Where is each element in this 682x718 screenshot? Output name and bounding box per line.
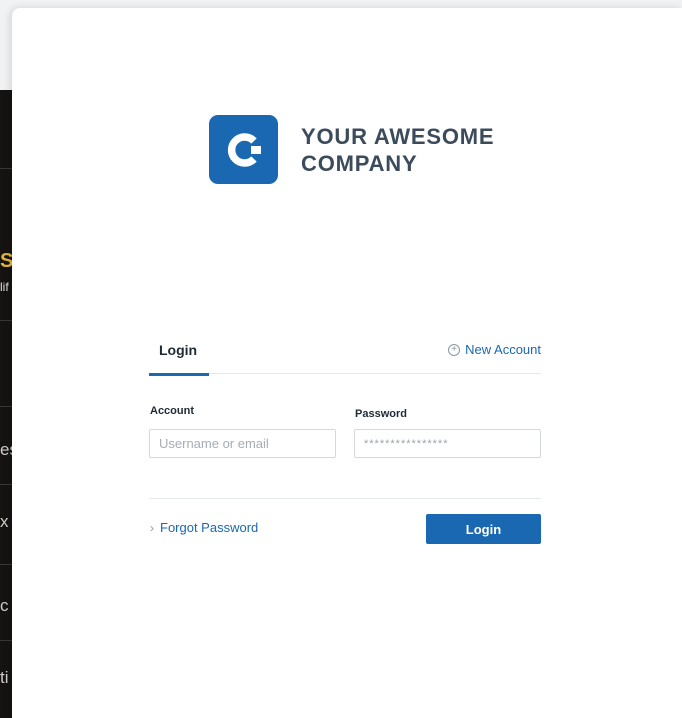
chevron-right-icon: › xyxy=(150,520,154,535)
company-name-line2: COMPANY xyxy=(301,150,418,176)
auth-tabs: Login + New Account xyxy=(149,336,541,376)
company-logo: YOUR AWESOME COMPANY xyxy=(209,115,494,184)
new-account-label: New Account xyxy=(465,342,541,357)
forgot-password-link[interactable]: › Forgot Password xyxy=(150,520,258,535)
login-button[interactable]: Login xyxy=(426,514,541,544)
forgot-password-label: Forgot Password xyxy=(160,520,259,535)
login-modal: YOUR AWESOME COMPANY Login + New Account… xyxy=(12,8,682,718)
active-tab-indicator xyxy=(149,373,209,376)
password-label: Password xyxy=(355,408,407,420)
password-input[interactable] xyxy=(354,429,541,458)
tab-login-label: Login xyxy=(159,342,198,358)
company-name: YOUR AWESOME COMPANY xyxy=(301,123,494,177)
tab-login[interactable]: Login xyxy=(149,336,209,376)
account-input[interactable] xyxy=(149,429,336,458)
company-logo-icon xyxy=(209,115,278,184)
plus-circle-icon: + xyxy=(448,343,461,356)
company-name-line1: YOUR AWESOME xyxy=(301,123,495,149)
c-letter-icon xyxy=(227,132,261,167)
new-account-link[interactable]: + New Account xyxy=(448,342,541,357)
form-divider xyxy=(149,498,541,499)
account-label: Account xyxy=(150,405,194,417)
